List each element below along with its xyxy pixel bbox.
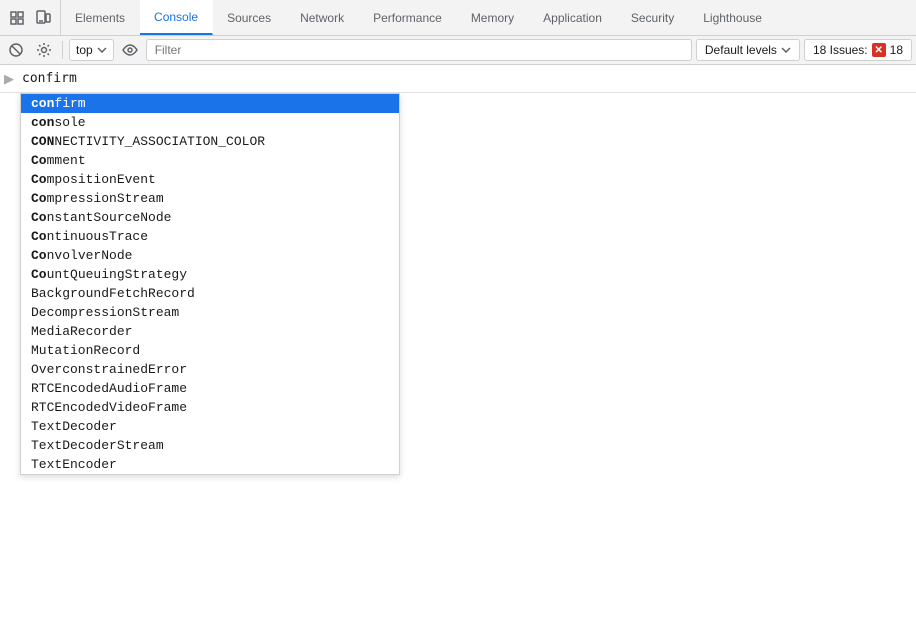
inspect-icon[interactable] bbox=[6, 7, 28, 29]
clear-console-button[interactable] bbox=[4, 38, 28, 62]
tab-performance[interactable]: Performance bbox=[359, 0, 457, 35]
tab-console[interactable]: Console bbox=[140, 0, 213, 35]
autocomplete-item[interactable]: TextDecoderStream bbox=[21, 436, 399, 455]
autocomplete-item[interactable]: CompressionStream bbox=[21, 189, 399, 208]
autocomplete-item[interactable]: TextEncoder bbox=[21, 455, 399, 474]
autocomplete-list: confirmconsoleCONNECTIVITY_ASSOCIATION_C… bbox=[20, 93, 400, 475]
tab-sources[interactable]: Sources bbox=[213, 0, 286, 35]
autocomplete-item[interactable]: confirm bbox=[21, 94, 399, 113]
issues-error-icon: ✕ bbox=[872, 43, 886, 57]
autocomplete-item[interactable]: RTCEncodedVideoFrame bbox=[21, 398, 399, 417]
tab-bar-icons bbox=[0, 0, 61, 35]
default-levels-button[interactable]: Default levels bbox=[696, 39, 800, 61]
autocomplete-container: confirmconsoleCONNECTIVITY_ASSOCIATION_C… bbox=[0, 93, 916, 642]
autocomplete-item[interactable]: Comment bbox=[21, 151, 399, 170]
console-input-row: ▶ confirm bbox=[0, 65, 916, 93]
autocomplete-item[interactable]: console bbox=[21, 113, 399, 132]
settings-button[interactable] bbox=[32, 38, 56, 62]
autocomplete-item[interactable]: CountQueuingStrategy bbox=[21, 265, 399, 284]
tab-application[interactable]: Application bbox=[529, 0, 617, 35]
autocomplete-item[interactable]: MutationRecord bbox=[21, 341, 399, 360]
tab-bar: Elements Console Sources Network Perform… bbox=[0, 0, 916, 36]
autocomplete-item[interactable]: MediaRecorder bbox=[21, 322, 399, 341]
console-main: ▶ confirm confirmconsoleCONNECTIVITY_ASS… bbox=[0, 65, 916, 642]
console-input-value: confirm bbox=[22, 71, 77, 86]
tab-lighthouse[interactable]: Lighthouse bbox=[689, 0, 777, 35]
autocomplete-item[interactable]: DecompressionStream bbox=[21, 303, 399, 322]
autocomplete-item[interactable]: CompositionEvent bbox=[21, 170, 399, 189]
tab-elements[interactable]: Elements bbox=[61, 0, 140, 35]
toolbar-divider bbox=[62, 41, 63, 59]
console-toolbar: top Default levels 18 Issues: ✕ 18 bbox=[0, 36, 916, 65]
autocomplete-item[interactable]: TextDecoder bbox=[21, 417, 399, 436]
autocomplete-item[interactable]: RTCEncodedAudioFrame bbox=[21, 379, 399, 398]
autocomplete-item[interactable]: BackgroundFetchRecord bbox=[21, 284, 399, 303]
autocomplete-item[interactable]: CONNECTIVITY_ASSOCIATION_COLOR bbox=[21, 132, 399, 151]
autocomplete-item[interactable]: ContinuousTrace bbox=[21, 227, 399, 246]
filter-input[interactable] bbox=[146, 39, 692, 61]
autocomplete-item[interactable]: OverconstrainedError bbox=[21, 360, 399, 379]
tab-security[interactable]: Security bbox=[617, 0, 689, 35]
eye-icon-button[interactable] bbox=[118, 38, 142, 62]
autocomplete-item[interactable]: ConvolverNode bbox=[21, 246, 399, 265]
context-selector[interactable]: top bbox=[69, 39, 114, 61]
expand-icon: ▶ bbox=[4, 71, 14, 87]
device-toolbar-icon[interactable] bbox=[32, 7, 54, 29]
issues-button[interactable]: 18 Issues: ✕ 18 bbox=[804, 39, 912, 61]
tab-network[interactable]: Network bbox=[286, 0, 359, 35]
autocomplete-item[interactable]: ConstantSourceNode bbox=[21, 208, 399, 227]
tab-memory[interactable]: Memory bbox=[457, 0, 529, 35]
